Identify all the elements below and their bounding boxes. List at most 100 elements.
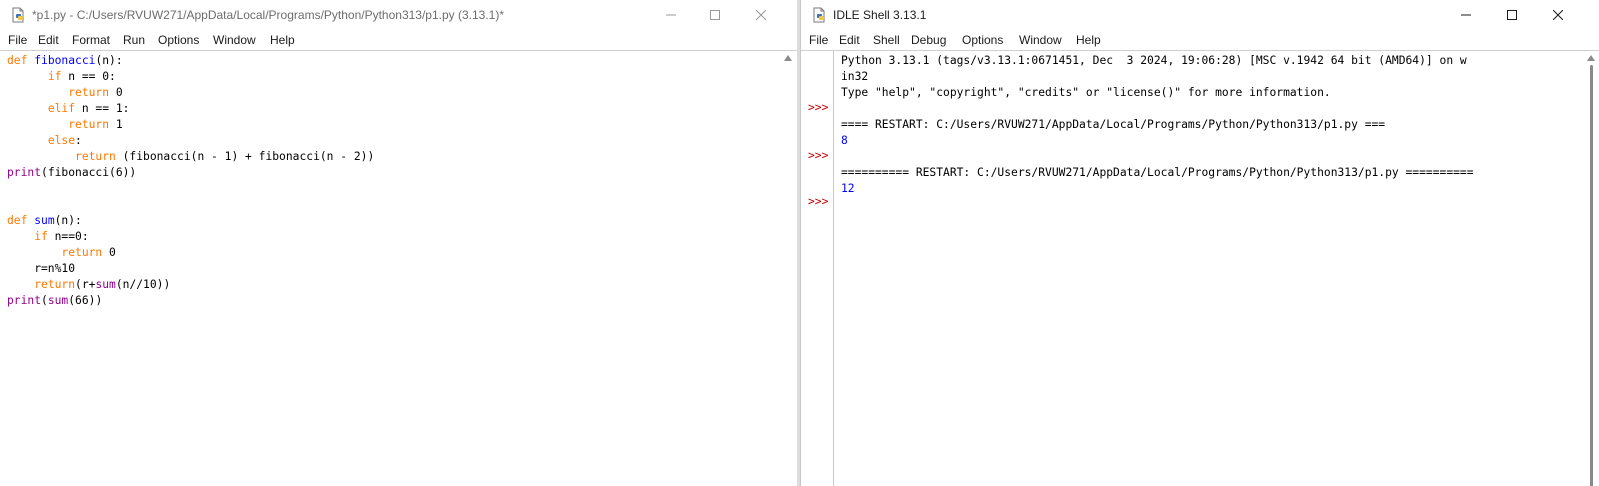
code-token: 1 <box>109 118 123 131</box>
code-token: return <box>34 278 76 291</box>
code-line[interactable]: return(r+sum(n//10)) <box>7 277 374 293</box>
menu-run[interactable]: Run <box>123 33 145 47</box>
code-line[interactable]: def fibonacci(n): <box>7 53 374 69</box>
minimize-icon <box>1461 14 1471 16</box>
maximize-icon <box>1507 10 1517 20</box>
shell-prompt: >>> <box>808 149 829 162</box>
editor-titlebar[interactable]: *p1.py - C:/Users/RVUW271/AppData/Local/… <box>0 0 797 30</box>
menu-edit[interactable]: Edit <box>38 33 59 47</box>
code-token: print <box>7 294 42 307</box>
code-line[interactable]: return 0 <box>7 85 374 101</box>
shell-window: IDLE Shell 3.13.1 File Edit Shell Debug … <box>800 0 1599 486</box>
code-line[interactable]: if n==0: <box>7 229 374 245</box>
close-icon <box>1553 10 1563 20</box>
editor-code[interactable]: def fibonacci(n): if n == 0: return 0 el… <box>7 53 374 309</box>
code-token: else <box>47 134 76 147</box>
code-token: print <box>7 166 42 179</box>
menu-file[interactable]: File <box>809 33 828 47</box>
code-token: sum <box>47 294 69 307</box>
menu-file[interactable]: File <box>8 33 27 47</box>
close-button[interactable] <box>1535 0 1581 30</box>
code-line[interactable]: print(fibonacci(6)) <box>7 165 374 181</box>
code-token: return <box>68 86 110 99</box>
code-line[interactable]: if n == 0: <box>7 69 374 85</box>
code-token: 0 <box>102 246 116 259</box>
shell-line: Type "help", "copyright", "credits" or "… <box>841 86 1331 99</box>
scroll-up-arrow-icon[interactable] <box>784 55 792 61</box>
menu-options[interactable]: Options <box>962 33 1003 47</box>
menu-help[interactable]: Help <box>1076 33 1101 47</box>
close-icon <box>756 10 766 20</box>
code-token: ( <box>41 294 48 307</box>
python-file-icon <box>12 7 24 23</box>
shell-line: ==== RESTART: C:/Users/RVUW271/AppData/L… <box>841 118 1386 131</box>
code-token: (n): <box>54 214 82 227</box>
code-line[interactable]: return (fibonacci(n - 1) + fibonacci(n -… <box>7 149 374 165</box>
code-token: if <box>47 70 62 83</box>
code-token: elif <box>47 102 76 115</box>
code-token: n == 1: <box>75 102 130 115</box>
code-line[interactable]: else: <box>7 133 374 149</box>
menu-debug[interactable]: Debug <box>911 33 946 47</box>
minimize-icon <box>666 14 676 16</box>
menu-window[interactable]: Window <box>1019 33 1062 47</box>
shell-line: in32 <box>841 70 869 83</box>
menu-edit[interactable]: Edit <box>839 33 860 47</box>
code-token: sum <box>95 278 116 291</box>
code-line[interactable] <box>7 197 374 213</box>
editor-text-area[interactable]: def fibonacci(n): if n == 0: return 0 el… <box>0 50 797 486</box>
shell-text-area[interactable]: >>> >>> >>> Python 3.13.1 (tags/v3.13.1:… <box>801 50 1599 486</box>
close-button[interactable] <box>738 0 784 30</box>
code-token: fibonacci <box>34 54 96 67</box>
code-line[interactable]: print(sum(66)) <box>7 293 374 309</box>
menu-help[interactable]: Help <box>270 33 295 47</box>
editor-scrollbar[interactable] <box>780 51 797 486</box>
scroll-thumb[interactable] <box>1590 65 1593 486</box>
code-line[interactable]: def sum(n): <box>7 213 374 229</box>
maximize-button[interactable] <box>692 0 738 30</box>
shell-line: 8 <box>841 134 848 147</box>
code-line[interactable]: r=n%10 <box>7 261 374 277</box>
minimize-button[interactable] <box>648 0 694 30</box>
shell-titlebar[interactable]: IDLE Shell 3.13.1 <box>801 0 1599 30</box>
shell-output[interactable]: Python 3.13.1 (tags/v3.13.1:0671451, Dec… <box>841 53 1571 197</box>
shell-title: IDLE Shell 3.13.1 <box>833 8 927 22</box>
code-line[interactable] <box>7 181 374 197</box>
menu-shell[interactable]: Shell <box>873 33 900 47</box>
code-line[interactable]: elif n == 1: <box>7 101 374 117</box>
code-token: (66)) <box>68 294 103 307</box>
code-token: sum <box>34 214 55 227</box>
code-token: : <box>75 134 82 147</box>
shell-prompt: >>> <box>808 195 829 208</box>
menu-format[interactable]: Format <box>72 33 110 47</box>
shell-menubar: File Edit Shell Debug Options Window Hel… <box>801 30 1599 50</box>
scroll-up-arrow-icon[interactable] <box>1587 55 1595 61</box>
code-token: n==0: <box>47 230 89 243</box>
code-token: (fibonacci(n - 1) + fibonacci(n - 2)) <box>115 150 375 163</box>
menu-options[interactable]: Options <box>158 33 199 47</box>
code-token: def <box>7 54 28 67</box>
code-token: return <box>75 150 116 163</box>
minimize-button[interactable] <box>1443 0 1489 30</box>
shell-line: ========== RESTART: C:/Users/RVUW271/App… <box>841 166 1474 179</box>
code-token: n == 0: <box>61 70 116 83</box>
code-line[interactable]: return 0 <box>7 245 374 261</box>
code-line[interactable]: return 1 <box>7 117 374 133</box>
code-token: return <box>68 118 110 131</box>
maximize-button[interactable] <box>1489 0 1535 30</box>
code-token: def <box>7 214 28 227</box>
menu-window[interactable]: Window <box>213 33 256 47</box>
python-file-icon <box>813 7 825 23</box>
shell-line: 12 <box>841 182 855 195</box>
shell-line: Python 3.13.1 (tags/v3.13.1:0671451, Dec… <box>841 54 1467 67</box>
shell-scrollbar[interactable] <box>1583 51 1599 486</box>
